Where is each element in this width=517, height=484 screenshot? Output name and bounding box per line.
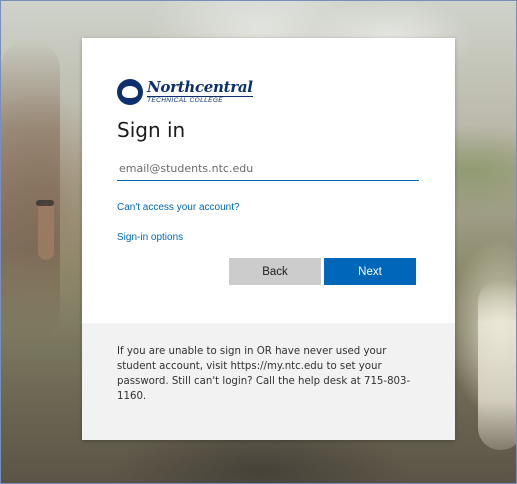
ntc-emblem-icon (117, 79, 143, 105)
card-footer: If you are unable to sign in OR have nev… (82, 323, 455, 440)
logo-name: Northcentral (147, 77, 253, 96)
page-title: Sign in (117, 118, 186, 142)
cant-access-account-link[interactable]: Can't access your account? (117, 202, 240, 213)
back-button[interactable]: Back (229, 258, 321, 285)
next-button[interactable]: Next (324, 258, 416, 285)
help-text: If you are unable to sign in OR have nev… (117, 346, 411, 402)
email-input[interactable] (117, 156, 419, 181)
signin-options-link[interactable]: Sign-in options (117, 232, 183, 243)
signin-card: Northcentral TECHNICAL COLLEGE Sign in C… (82, 38, 455, 440)
college-logo: Northcentral TECHNICAL COLLEGE (117, 78, 253, 106)
logo-subtitle: TECHNICAL COLLEGE (147, 95, 253, 105)
